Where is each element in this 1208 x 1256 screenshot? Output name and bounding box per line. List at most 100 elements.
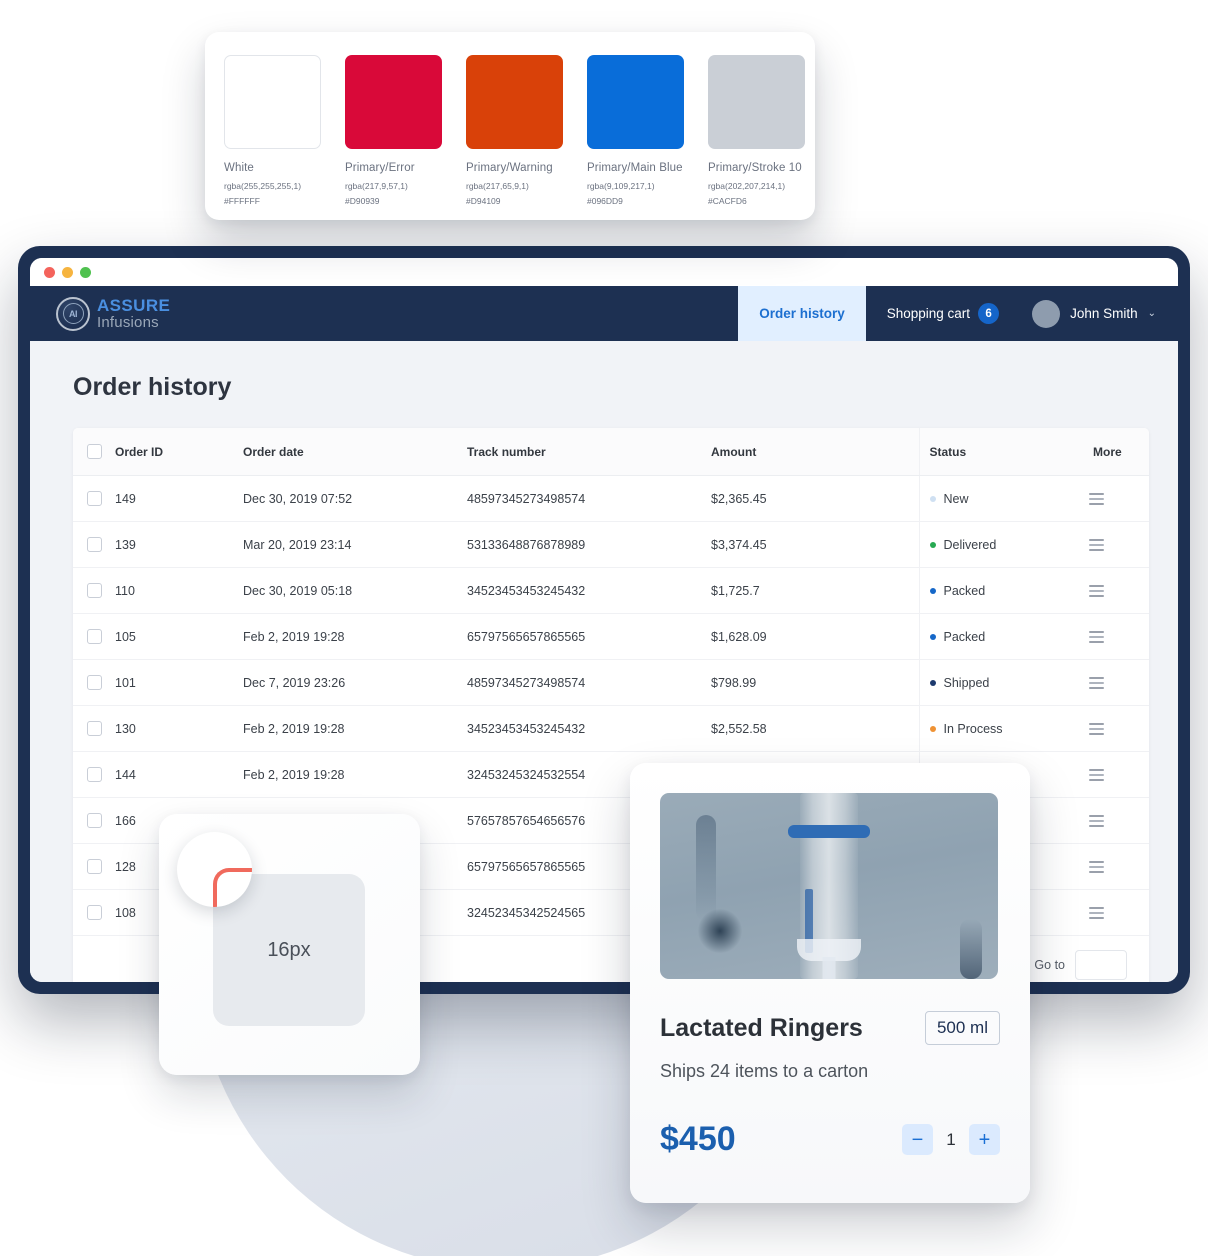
status-label: Shipped <box>943 675 990 690</box>
color-swatch-chip[interactable] <box>587 55 684 149</box>
row-select-cell <box>73 613 115 660</box>
color-swatch: Primary/Error rgba(217,9,57,1) #D90939 <box>345 55 442 206</box>
corner-radius-demo-card: 16px <box>159 814 420 1075</box>
cell-order-date: Dec 7, 2019 23:26 <box>243 659 467 706</box>
row-checkbox[interactable] <box>87 721 102 736</box>
window-minimize-button[interactable] <box>62 266 73 278</box>
row-menu-icon[interactable] <box>1089 722 1104 735</box>
color-swatch-chip[interactable] <box>345 55 442 149</box>
cell-status: Packed <box>918 567 1089 614</box>
quantity-stepper: − 1 + <box>902 1124 1000 1155</box>
row-checkbox[interactable] <box>87 813 102 828</box>
iv-drop-tip <box>822 957 836 979</box>
user-name-label: John Smith <box>1070 306 1138 321</box>
color-swatch: Primary/Main Blue rgba(9,109,217,1) #096DD… <box>587 55 684 206</box>
header-order-date[interactable]: Order date <box>243 428 467 476</box>
row-checkbox[interactable] <box>87 583 102 598</box>
cell-status: Shipped <box>918 659 1090 706</box>
brand-text: ASSURE Infusions <box>97 297 170 330</box>
brand-logo[interactable]: AI ASSURE Infusions <box>30 286 170 341</box>
chevron-down-icon: ⌄ <box>1147 308 1156 319</box>
row-checkbox[interactable] <box>87 767 102 782</box>
row-checkbox[interactable] <box>87 629 102 644</box>
table-row[interactable]: 105 Feb 2, 2019 19:28 65797565657865565 $1,… <box>73 613 1149 660</box>
select-all-checkbox[interactable] <box>87 444 102 459</box>
goto-page-input[interactable] <box>1075 950 1127 980</box>
product-purchase-row: $450 − 1 + <box>660 1120 1000 1159</box>
cell-more <box>1089 475 1149 522</box>
nav-tab-order-history-label: Order history <box>759 306 845 321</box>
table-row[interactable]: 130 Feb 2, 2019 19:28 34523453453245432 $2,… <box>73 705 1149 752</box>
brand-subname: Infusions <box>97 313 159 331</box>
color-swatch-name: Primary/Warning <box>466 162 553 174</box>
row-checkbox[interactable] <box>87 491 102 506</box>
color-swatch-rgba: rgba(9,109,217,1) <box>587 181 655 191</box>
quantity-increase-button[interactable]: + <box>969 1124 1000 1155</box>
row-menu-icon[interactable] <box>1089 906 1104 919</box>
row-menu-icon[interactable] <box>1089 768 1104 781</box>
cell-track-number: 48597345273498574 <box>467 659 711 706</box>
product-price: $450 <box>660 1120 736 1158</box>
row-select-cell <box>73 843 115 890</box>
header-track-number[interactable]: Track number <box>467 428 711 476</box>
table-row[interactable]: 139 Mar 20, 2019 23:14 53133648876878989 $3… <box>73 521 1149 568</box>
cell-track-number: 34523453453245432 <box>467 567 711 614</box>
window-maximize-button[interactable] <box>80 266 91 278</box>
cell-more <box>1089 843 1149 890</box>
color-palette-card: White rgba(255,255,255,1) #FFFFFF Primary/E… <box>205 32 815 220</box>
orders-table-head: Order ID Order date Track number Amount … <box>73 428 1149 476</box>
status-dot-icon <box>929 541 936 548</box>
product-title: Lactated Ringers <box>660 1013 863 1042</box>
status-label: New <box>943 491 969 506</box>
row-menu-icon[interactable] <box>1089 676 1104 689</box>
color-swatch-hex: #096DD9 <box>587 196 623 206</box>
app-navbar: AI ASSURE Infusions Order history Shoppi… <box>30 286 1178 341</box>
cell-more <box>1089 797 1149 844</box>
table-row[interactable]: 149 Dec 30, 2019 07:52 48597345273498574 $2… <box>73 475 1149 522</box>
color-swatch: Primary/Stroke 10 rgba(202,207,214,1) #CAC… <box>708 55 805 206</box>
header-status[interactable]: Status <box>918 428 1089 476</box>
status-dot-icon <box>929 587 936 594</box>
cell-amount: $1,628.09 <box>711 613 919 660</box>
row-menu-icon[interactable] <box>1089 860 1104 873</box>
header-amount[interactable]: Amount <box>711 428 919 476</box>
user-menu[interactable]: John Smith ⌄ <box>1020 286 1178 341</box>
cart-count-badge: 6 <box>978 303 1000 324</box>
row-menu-icon[interactable] <box>1089 584 1104 597</box>
cell-order-id: 105 <box>115 613 243 660</box>
nav-tab-shopping-cart[interactable]: Shopping cart 6 <box>866 286 1020 341</box>
row-select-cell <box>73 567 115 614</box>
cell-status: In Process <box>918 705 1089 752</box>
row-checkbox[interactable] <box>87 675 102 690</box>
cell-track-number: 48597345273498574 <box>467 475 711 522</box>
magnifier-loupe-icon <box>177 832 252 907</box>
color-swatch-rgba: rgba(217,65,9,1) <box>466 181 529 191</box>
photo-blur-right <box>960 919 982 979</box>
row-menu-icon[interactable] <box>1089 538 1104 551</box>
row-checkbox[interactable] <box>87 859 102 874</box>
status-badge: Shipped <box>929 675 1090 690</box>
cell-status: New <box>918 475 1089 522</box>
cell-more <box>1089 889 1149 936</box>
table-row[interactable]: 101 Dec 7, 2019 23:26 48597345273498574 $79… <box>73 659 1149 706</box>
row-checkbox[interactable] <box>87 537 102 552</box>
nav-tab-order-history[interactable]: Order history <box>738 286 866 341</box>
iv-blue-cap <box>788 825 870 838</box>
goto-label: Go to <box>1034 958 1065 972</box>
color-swatch-chip[interactable] <box>708 55 805 149</box>
color-swatch-chip[interactable] <box>224 55 321 149</box>
window-close-button[interactable] <box>44 266 55 278</box>
product-subtitle: Ships 24 items to a carton <box>660 1061 869 1081</box>
row-menu-icon[interactable] <box>1089 492 1104 505</box>
color-swatch-rgba: rgba(202,207,214,1) <box>708 181 786 191</box>
cell-order-id: 130 <box>115 705 243 752</box>
header-order-id[interactable]: Order ID <box>115 428 243 476</box>
table-row[interactable]: 110 Dec 30, 2019 05:18 34523453453245432 $1… <box>73 567 1149 614</box>
browser-titlebar <box>30 258 1178 286</box>
cell-order-date: Feb 2, 2019 19:28 <box>243 613 467 660</box>
row-checkbox[interactable] <box>87 905 102 920</box>
row-menu-icon[interactable] <box>1089 630 1104 643</box>
quantity-decrease-button[interactable]: − <box>902 1124 933 1155</box>
row-menu-icon[interactable] <box>1089 814 1104 827</box>
color-swatch-chip[interactable] <box>466 55 563 149</box>
